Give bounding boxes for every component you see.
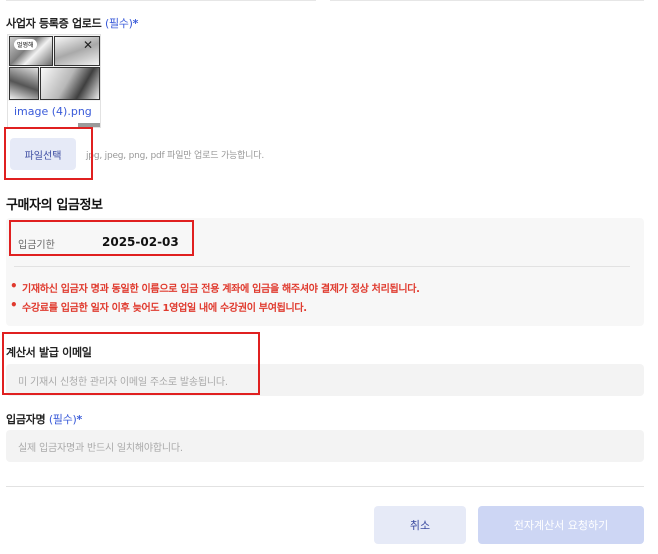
- upload-required-tag: (필수): [104, 17, 133, 30]
- remove-file-icon[interactable]: ✕: [82, 39, 94, 51]
- invoice-email-input[interactable]: 미 기재시 신청한 관리자 이메일 주소로 발송됩니다.: [6, 364, 644, 396]
- file-type-hint: jpg, jpeg, png, pdf 파일만 업로드 가능합니다.: [86, 151, 265, 161]
- depositor-label: 입금자명 (필수)*: [6, 411, 82, 427]
- upload-required-star: *: [132, 17, 139, 30]
- file-name: image (4).png: [14, 105, 92, 118]
- invoice-email-label: 계산서 발급 이메일: [6, 346, 92, 359]
- request-invoice-button[interactable]: 전자계산서 요청하기: [478, 506, 644, 544]
- top-divider-right: [330, 0, 644, 1]
- upload-label-text: 사업자 등록증 업로드: [6, 17, 102, 30]
- depositor-name-input[interactable]: 실제 입금자명과 반드시 일치해야합니다.: [6, 430, 644, 462]
- payment-info-title: 구매자의 입금정보: [6, 198, 103, 213]
- file-select-button[interactable]: 파일선택: [10, 138, 76, 170]
- due-date-value: 2025-02-03: [102, 235, 179, 249]
- payment-notice: 기재하신 입금자 명과 동일한 이름으로 입금 전용 계좌에 입금을 해주셔야 …: [10, 279, 420, 295]
- payment-notice: 수강료를 입금한 일자 이후 늦어도 1영업일 내에 수강권이 부여됩니다.: [10, 298, 307, 314]
- depositor-required-tag: (필수): [48, 413, 77, 426]
- upload-label: 사업자 등록증 업로드 (필수)*: [6, 15, 138, 31]
- cancel-button[interactable]: 취소: [374, 506, 466, 544]
- uploaded-file-card: 멀쩡해 ✕ image (4).png: [7, 34, 101, 128]
- depositor-required-star: *: [76, 413, 82, 426]
- footer-divider: [6, 486, 644, 487]
- thumbnail-speech-bubble: 멀쩡해: [14, 39, 37, 50]
- payment-divider: [14, 266, 630, 267]
- due-date-label: 입금기한: [18, 240, 55, 251]
- depositor-label-text: 입금자명: [6, 413, 46, 426]
- top-divider-left: [6, 0, 316, 1]
